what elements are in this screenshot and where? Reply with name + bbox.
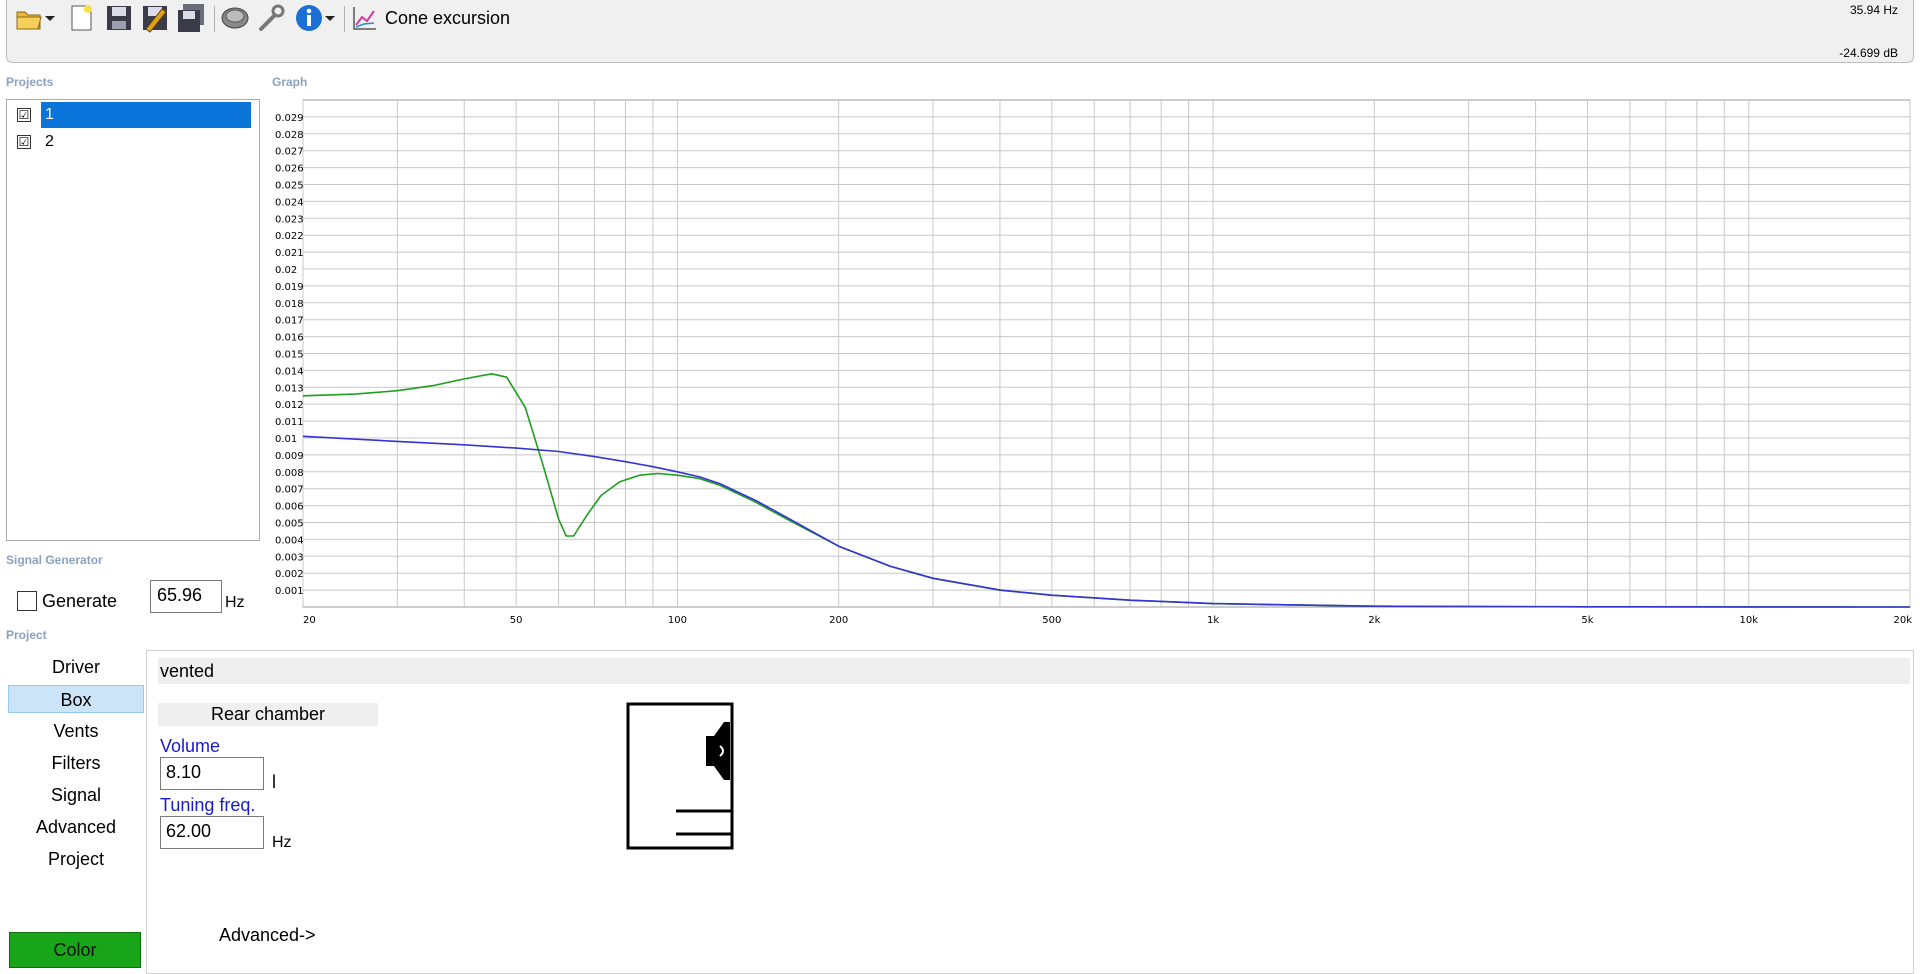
toolbar-separator [214,6,215,32]
y-tick-label: 0.005 [275,519,304,530]
project-checkbox[interactable]: ☑ [17,135,31,149]
y-tick-label: 0.008 [275,468,304,479]
x-tick-label: 500 [1042,615,1061,626]
volume-input[interactable]: 8.10 [160,757,264,790]
x-tick-label: 200 [829,615,848,626]
x-tick-label: 50 [510,615,523,626]
nav-item-vents[interactable]: Vents [8,717,144,745]
project-label: Project [6,628,47,642]
rear-chamber-header: Rear chamber [158,703,378,726]
toolbar-separator [344,6,345,32]
box-type-selector[interactable]: vented [158,658,1910,684]
graph-label: Graph [272,75,308,89]
tuning-freq-unit: Hz [272,834,292,851]
edit-save-icon[interactable] [139,2,171,34]
nav-item-driver[interactable]: Driver [8,653,144,681]
y-tick-label: 0.016 [275,333,304,344]
projects-list[interactable]: ☑ 1 ☑ 2 [6,99,260,541]
y-tick-label: 0.006 [275,502,304,513]
info-icon[interactable] [293,2,325,34]
y-tick-label: 0.01 [275,434,297,445]
x-tick-label: 2k [1368,615,1380,626]
x-tick-label: 100 [668,615,687,626]
y-tick-label: 0.022 [275,231,304,242]
y-tick-label: 0.012 [275,400,304,411]
project-name: 2 [45,133,54,150]
y-tick-label: 0.009 [275,451,304,462]
generate-label: Generate [42,591,118,611]
save-icon[interactable] [103,2,135,34]
y-tick-label: 0.003 [275,552,304,563]
nav-item-advanced[interactable]: Advanced [8,813,144,841]
cursor-level-readout: -24.699 dB [1839,46,1898,60]
generator-frequency-unit: Hz [225,594,245,611]
generate-checkbox[interactable] [17,591,37,611]
new-file-icon[interactable] [65,2,97,34]
nav-item-project[interactable]: Project [8,845,144,873]
signal-generator-label: Signal Generator [6,553,103,567]
y-tick-label: 0.024 [275,197,304,208]
y-tick-label: 0.027 [275,147,304,158]
generator-frequency-input[interactable]: 65.96 [150,580,222,613]
save-all-icon[interactable] [175,2,207,34]
volume-label: Volume [160,736,221,756]
y-tick-label: 0.017 [275,316,304,327]
y-tick-label: 0.015 [275,350,304,361]
speaker-driver-icon[interactable] [219,2,251,34]
nav-item-signal[interactable]: Signal [8,781,144,809]
wrench-icon[interactable] [255,2,287,34]
x-tick-label: 20 [303,615,316,626]
list-item[interactable]: ☑ 1 [9,102,259,128]
y-tick-label: 0.029 [275,113,304,124]
x-tick-label: 10k [1739,615,1758,626]
project-name: 1 [41,102,251,128]
y-tick-label: 0.025 [275,181,304,192]
vented-box-diagram [626,702,734,850]
toolbar: Cone excursion [6,0,1914,63]
y-tick-label: 0.019 [275,282,304,293]
y-tick-label: 0.014 [275,366,304,377]
y-tick-label: 0.001 [275,586,304,597]
y-tick-label: 0.028 [275,130,304,141]
tuning-freq-label: Tuning freq. [160,795,256,815]
y-tick-label: 0.02 [275,265,297,276]
nav-item-box[interactable]: Box [8,685,144,713]
cursor-frequency-readout: 35.94 Hz [1849,3,1898,17]
advanced-link[interactable]: Advanced-> [219,925,316,946]
y-tick-label: 0.023 [275,214,304,225]
dropdown-arrow-icon[interactable] [43,2,57,34]
tuning-freq-input[interactable]: 62.00 [160,816,264,849]
x-tick-label: 5k [1581,615,1593,626]
y-tick-label: 0.002 [275,569,304,580]
y-tick-label: 0.021 [275,248,304,259]
open-folder-icon[interactable] [13,2,45,34]
nav-item-filters[interactable]: Filters [8,749,144,777]
x-tick-label: 1k [1207,615,1219,626]
color-button[interactable]: Color [9,932,141,968]
list-item[interactable]: ☑ 2 [9,129,259,155]
project-checkbox[interactable]: ☑ [17,108,31,122]
projects-label: Projects [6,75,54,89]
graph-type-title[interactable]: Cone excursion [385,8,510,29]
box-settings-panel [146,650,1914,974]
x-tick-label: 20k [1893,615,1912,626]
y-tick-label: 0.007 [275,485,304,496]
chart-icon[interactable] [349,2,381,34]
cone-excursion-graph[interactable]: 0.001 0.002 0.003 0.004 0.005 0.006 0.007 0.008… [270,97,1915,627]
y-tick-label: 0.018 [275,299,304,310]
y-tick-label: 0.011 [275,417,304,428]
y-tick-label: 0.013 [275,383,304,394]
volume-unit: l [272,772,276,792]
y-tick-label: 0.004 [275,535,304,546]
y-tick-label: 0.026 [275,164,304,175]
dropdown-arrow-icon[interactable] [323,2,337,34]
